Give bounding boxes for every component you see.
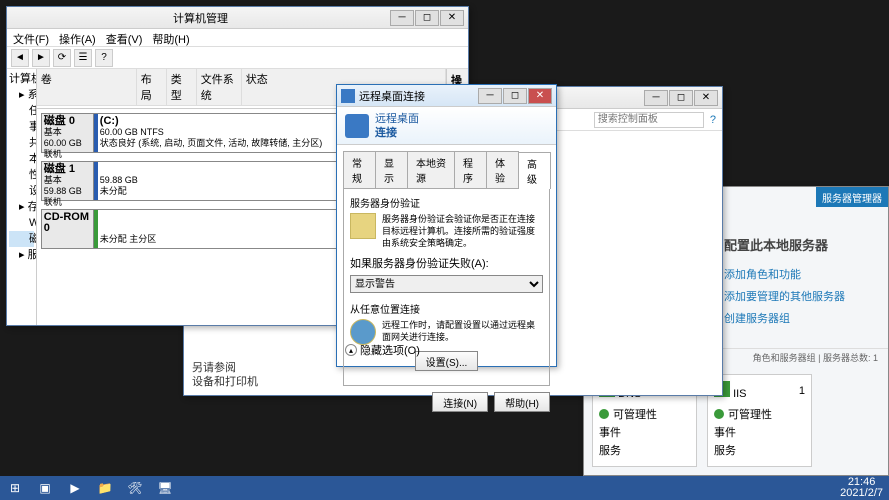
rdc-title: 远程桌面连接 <box>359 88 478 104</box>
cm-title: 计算机管理 <box>11 10 390 26</box>
close-button[interactable]: ✕ <box>694 90 718 106</box>
server-manager-badge: 服务器管理器 <box>816 187 888 207</box>
task-cm[interactable]: 🛠 <box>120 476 150 500</box>
tree-node[interactable]: 任务计划程序 <box>9 103 34 119</box>
task-server-manager[interactable]: ▣ <box>30 476 60 500</box>
sm-link-servers[interactable]: 添加要管理的其他服务器 <box>724 288 878 304</box>
rdc-tab[interactable]: 高级 <box>518 152 551 189</box>
menu-help[interactable]: 帮助(H) <box>152 31 189 44</box>
shield-icon <box>350 213 376 239</box>
menu-file[interactable]: 文件(F) <box>13 31 49 44</box>
props-icon[interactable]: ☰ <box>74 49 92 67</box>
remote-desktop-dialog: 远程桌面连接 ─ ◻ ✕ 远程桌面连接 常规显示本地资源程序体验高级 服务器身份… <box>336 84 557 367</box>
refresh-icon[interactable]: ⟳ <box>53 49 71 67</box>
maximize-button[interactable]: ◻ <box>503 88 527 104</box>
minimize-button[interactable]: ─ <box>390 10 414 26</box>
devices-printers-link[interactable]: 设备和打印机 <box>192 375 258 389</box>
sm-link-roles[interactable]: 添加角色和功能 <box>724 266 878 282</box>
sec1-text: 服务器身份验证会验证你是否正在连接目标远程计算机。连接所需的验证强度由系统安全策… <box>382 213 543 249</box>
sec1-header: 服务器身份验证 <box>350 195 543 210</box>
auth-fail-select[interactable]: 显示警告 <box>350 275 543 293</box>
tree-node[interactable]: 事件查看器 <box>9 119 34 135</box>
see-also-label: 另请参阅 <box>192 361 258 375</box>
maximize-button[interactable]: ◻ <box>415 10 439 26</box>
start-button[interactable]: ⊞ <box>0 476 30 500</box>
menu-view[interactable]: 查看(V) <box>106 31 143 44</box>
sec2-header: 从任意位置连接 <box>350 301 543 316</box>
sm-link-group[interactable]: 创建服务器组 <box>724 310 878 326</box>
status-dot-icon <box>714 409 724 419</box>
tree-node[interactable]: ▸ 存储 <box>9 199 34 215</box>
sec2-text: 远程工作时，请配置设置以通过远程桌面网关进行连接。 <box>382 319 543 343</box>
tree-node[interactable]: 磁盘管理 <box>9 231 34 247</box>
clock[interactable]: 21:462021/2/7 <box>834 477 889 499</box>
tree-root[interactable]: 计算机管理(本地) <box>9 71 34 87</box>
chevron-up-icon: ▴ <box>345 344 357 356</box>
rdc-tab[interactable]: 本地资源 <box>407 151 455 188</box>
close-button[interactable]: ✕ <box>528 88 552 104</box>
rdc-tab[interactable]: 常规 <box>343 151 376 188</box>
minimize-button[interactable]: ─ <box>644 90 668 106</box>
hide-options-toggle[interactable]: ▴ 隐藏选项(O) <box>345 342 420 358</box>
taskbar: ⊞ ▣ ▶ 📁 🛠 🖥 21:462021/2/7 <box>0 476 889 500</box>
task-explorer[interactable]: 📁 <box>90 476 120 500</box>
status-dot-icon <box>599 409 609 419</box>
help-icon[interactable]: ? <box>95 49 113 67</box>
help-icon[interactable]: ? <box>710 114 716 126</box>
tree-node[interactable]: 本地用户和组 <box>9 151 34 167</box>
rdc-banner-icon <box>345 114 369 138</box>
tree-node[interactable]: 性能 <box>9 167 34 183</box>
nav-tree[interactable]: 计算机管理(本地) ▸ 系统工具任务计划程序事件查看器共享文件夹本地用户和组性能… <box>7 69 37 325</box>
rdc-tab[interactable]: 程序 <box>454 151 487 188</box>
menubar: 文件(F) 操作(A) 查看(V) 帮助(H) <box>7 29 468 47</box>
search-input[interactable] <box>594 112 704 128</box>
rdc-tab[interactable]: 显示 <box>375 151 408 188</box>
tree-node[interactable]: Windows Server Back <box>9 215 34 231</box>
rdc-icon <box>341 89 355 103</box>
sec1-label: 如果服务器身份验证失败(A): <box>350 255 543 271</box>
connect-button[interactable]: 连接(N) <box>432 392 488 412</box>
minimize-button[interactable]: ─ <box>478 88 502 104</box>
menu-action[interactable]: 操作(A) <box>59 31 96 44</box>
tree-node[interactable]: 设备管理器 <box>9 183 34 199</box>
task-rdc[interactable]: 🖥 <box>150 476 180 500</box>
tree-node[interactable]: 共享文件夹 <box>9 135 34 151</box>
maximize-button[interactable]: ◻ <box>669 90 693 106</box>
tree-node[interactable]: ▸ 服务和应用程序 <box>9 247 34 263</box>
settings-button[interactable]: 设置(S)... <box>415 351 479 371</box>
rdc-tab[interactable]: 体验 <box>486 151 519 188</box>
help-button[interactable]: 帮助(H) <box>494 392 550 412</box>
sm-heading: 配置此本地服务器 <box>724 235 878 254</box>
forward-icon[interactable]: ► <box>32 49 50 67</box>
tree-node[interactable]: ▸ 系统工具 <box>9 87 34 103</box>
close-button[interactable]: ✕ <box>440 10 464 26</box>
back-icon[interactable]: ◄ <box>11 49 29 67</box>
task-powershell[interactable]: ▶ <box>60 476 90 500</box>
